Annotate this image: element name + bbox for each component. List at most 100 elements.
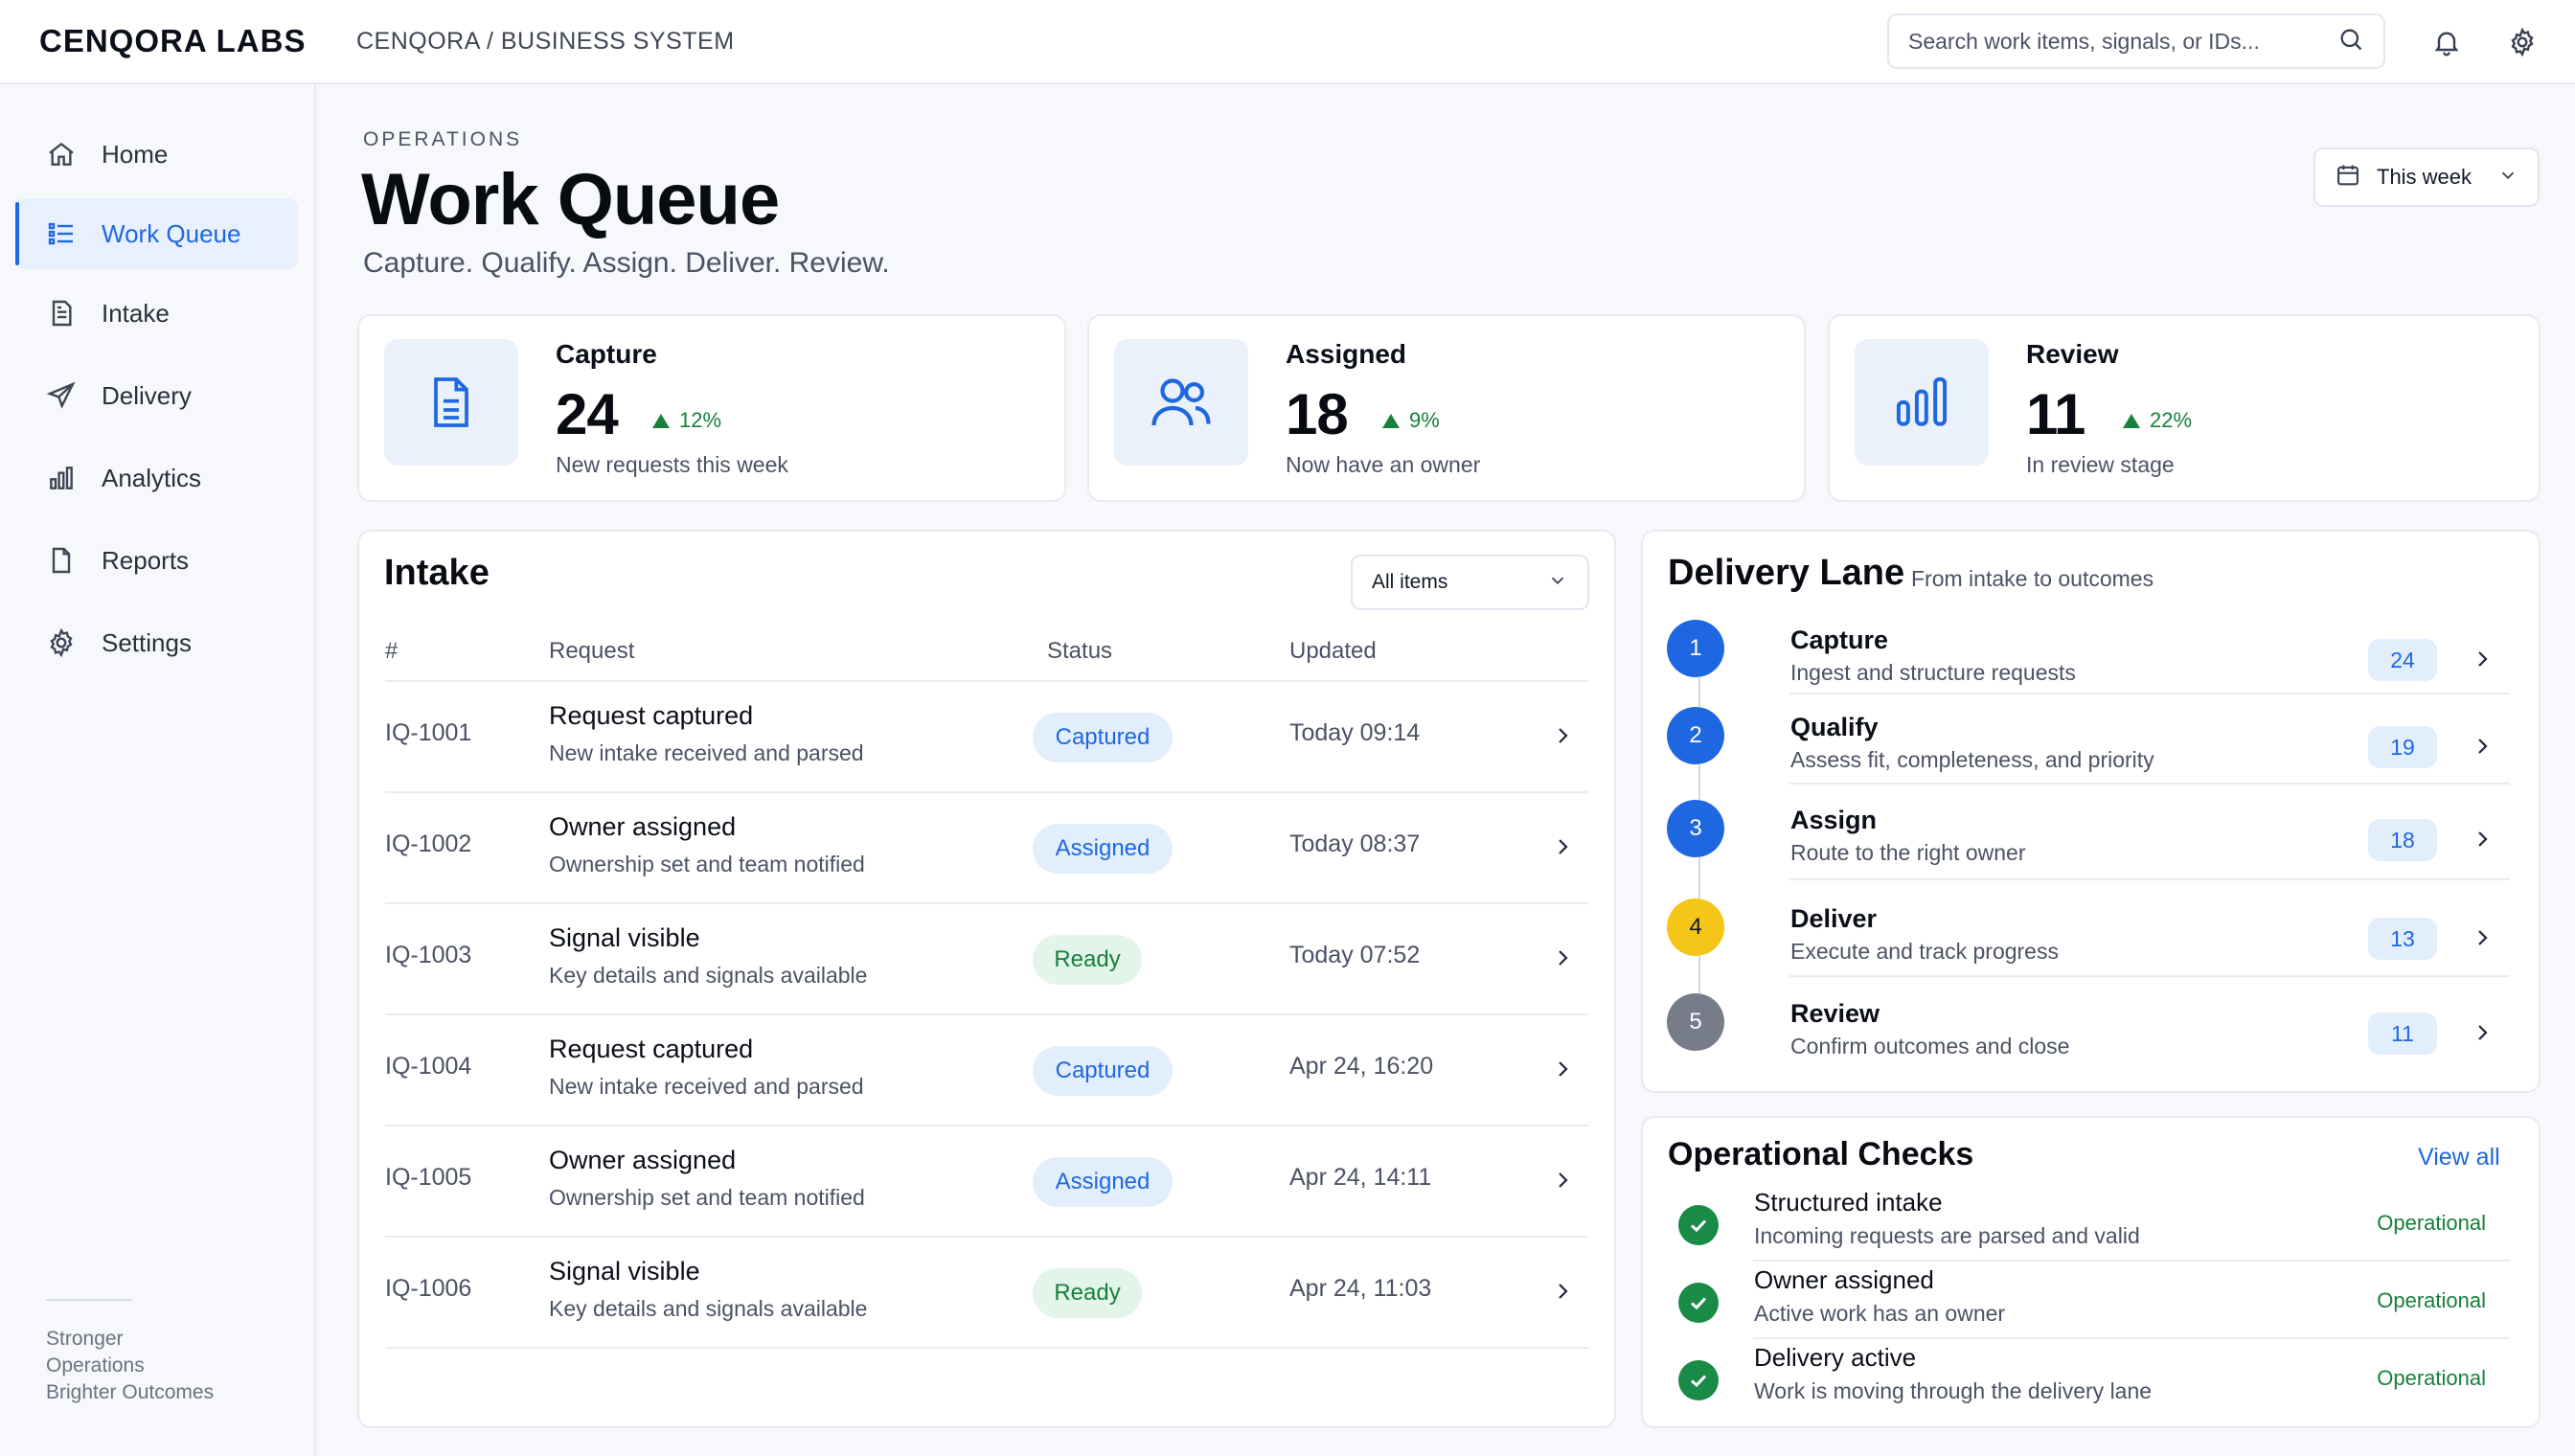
column-header-request[interactable]: Request <box>549 638 634 665</box>
bell-icon[interactable] <box>2426 21 2468 63</box>
column-header-id[interactable]: # <box>385 638 398 665</box>
bar-chart-icon <box>1855 339 1989 466</box>
sidebar-item-settings[interactable]: Settings <box>15 607 298 678</box>
step-connector <box>1698 857 1700 899</box>
table-row[interactable]: IQ-1002 Owner assigned Ownership set and t… <box>385 793 1588 904</box>
stat-delta-value: 22% <box>2150 408 2193 432</box>
table-row[interactable]: IQ-1006 Signal visible Key details and sig… <box>385 1238 1588 1349</box>
view-all-link[interactable]: View all <box>2418 1144 2500 1172</box>
stat-note: Now have an owner <box>1286 452 1481 477</box>
stat-card-review[interactable]: Review 11 22% In review stage <box>1828 314 2541 502</box>
page-eyebrow: OPERATIONS <box>363 128 523 150</box>
stat-title: Review <box>2026 339 2119 369</box>
lane-step-deliver[interactable]: 4 Deliver Execute and track progress 13 <box>1667 899 2510 964</box>
table-row[interactable]: IQ-1003 Signal visible Key details and sig… <box>385 904 1588 1015</box>
tagline-line: Stronger <box>46 1328 124 1350</box>
chevron-right-icon[interactable] <box>1548 1055 1577 1083</box>
row-id: IQ-1003 <box>385 942 472 968</box>
gear-icon[interactable] <box>2501 21 2543 63</box>
row-description: Key details and signals available <box>549 963 868 988</box>
check-status: Operational <box>2377 1211 2486 1235</box>
chevron-right-icon[interactable] <box>1548 944 1577 972</box>
row-description: New intake received and parsed <box>549 1074 864 1099</box>
row-title: Request captured <box>549 701 754 730</box>
table-row[interactable]: IQ-1004 Request captured New intake receiv… <box>385 1015 1588 1126</box>
calendar-icon <box>2335 162 2361 193</box>
sidebar-item-work-queue[interactable]: Work Queue <box>15 198 298 269</box>
chevron-right-icon[interactable] <box>1548 1277 1577 1306</box>
stat-delta: 12% <box>652 408 721 433</box>
sidebar-item-label: Intake <box>102 298 170 328</box>
table-row[interactable]: IQ-1001 Request captured New intake receiv… <box>385 682 1588 793</box>
sidebar-item-label: Analytics <box>102 463 202 492</box>
delivery-lane-title: Delivery Lane <box>1668 553 1905 593</box>
row-id: IQ-1001 <box>385 719 472 746</box>
stat-delta-value: 12% <box>679 408 722 432</box>
check-status: Operational <box>2377 1288 2486 1312</box>
step-connector <box>1698 764 1700 800</box>
search-input[interactable] <box>1908 28 2337 55</box>
lane-step-review[interactable]: 5 Review Confirm outcomes and close 11 <box>1667 993 2510 1058</box>
row-title: Owner assigned <box>549 812 737 841</box>
step-divider <box>1789 693 2510 694</box>
step-name: Qualify <box>1790 713 1879 741</box>
row-description: Ownership set and team notified <box>549 852 865 876</box>
sidebar-item-home[interactable]: Home <box>15 119 298 190</box>
sidebar-item-label: Settings <box>102 627 192 657</box>
chevron-right-icon[interactable] <box>1548 721 1577 750</box>
column-header-updated[interactable]: Updated <box>1289 638 1377 665</box>
row-updated: Today 08:37 <box>1289 830 1421 857</box>
chevron-down-icon <box>2497 165 2518 191</box>
bar-chart-icon <box>44 461 79 495</box>
stat-note: New requests this week <box>556 452 788 477</box>
date-range-label: This week <box>2377 165 2472 189</box>
row-title: Owner assigned <box>549 1146 737 1174</box>
step-divider <box>1789 783 2510 785</box>
lane-step-assign[interactable]: 3 Assign Route to the right owner 18 <box>1667 800 2510 865</box>
stat-card-capture[interactable]: Capture 24 12% New requests this week <box>357 314 1066 502</box>
chevron-right-icon[interactable] <box>2468 825 2496 853</box>
status-badge: Assigned <box>1033 824 1173 874</box>
send-icon <box>44 378 79 413</box>
step-description: Route to the right owner <box>1790 840 2026 865</box>
operational-checks-title: Operational Checks <box>1668 1136 1974 1172</box>
chevron-right-icon[interactable] <box>2468 923 2496 952</box>
brand-logo[interactable]: CENQORA LABS <box>39 23 306 59</box>
intake-filter-select[interactable]: All items <box>1351 555 1589 610</box>
chevron-right-icon[interactable] <box>2468 645 2496 673</box>
stat-card-assigned[interactable]: Assigned 18 9% Now have an owner <box>1087 314 1806 502</box>
sidebar-item-delivery[interactable]: Delivery <box>15 360 298 431</box>
chevron-right-icon[interactable] <box>1548 1166 1577 1194</box>
lane-step-capture[interactable]: 1 Capture Ingest and structure requests 24 <box>1667 620 2510 685</box>
search-box[interactable] <box>1887 13 2385 69</box>
trend-up-icon <box>1382 413 1400 428</box>
chevron-right-icon[interactable] <box>1548 832 1577 861</box>
lane-step-qualify[interactable]: 2 Qualify Assess fit, completeness, and pr… <box>1667 707 2510 772</box>
app-root: CENQORA LABS CENQORA / BUSINESS SYSTEM H… <box>0 0 2575 1456</box>
step-name: Deliver <box>1790 904 1878 933</box>
step-number: 4 <box>1667 899 1724 956</box>
sidebar-item-label: Delivery <box>102 380 192 410</box>
breadcrumb: CENQORA / BUSINESS SYSTEM <box>356 28 735 55</box>
stat-delta-value: 9% <box>1409 408 1440 432</box>
row-updated: Apr 24, 14:11 <box>1289 1164 1432 1191</box>
step-number: 3 <box>1667 800 1724 857</box>
status-badge: Assigned <box>1033 1157 1173 1207</box>
date-range-select[interactable]: This week <box>2313 148 2540 207</box>
gear-icon <box>44 626 79 660</box>
sidebar-item-reports[interactable]: Reports <box>15 525 298 596</box>
sidebar-item-intake[interactable]: Intake <box>15 278 298 349</box>
chevron-right-icon[interactable] <box>2468 732 2496 761</box>
row-id: IQ-1005 <box>385 1164 472 1191</box>
sidebar-item-analytics[interactable]: Analytics <box>15 443 298 513</box>
sidebar-item-label: Home <box>102 139 169 169</box>
search-icon[interactable] <box>2337 26 2364 57</box>
chevron-right-icon[interactable] <box>2468 1018 2496 1047</box>
check-item: Owner assigned Active work has an owner Op… <box>1667 1265 2510 1336</box>
row-title: Signal visible <box>549 1257 700 1285</box>
step-description: Assess fit, completeness, and priority <box>1790 747 2154 772</box>
step-name: Review <box>1790 999 1880 1028</box>
column-header-status[interactable]: Status <box>1047 638 1112 665</box>
table-row[interactable]: IQ-1005 Owner assigned Ownership set and t… <box>385 1126 1588 1238</box>
check-status: Operational <box>2377 1366 2486 1390</box>
